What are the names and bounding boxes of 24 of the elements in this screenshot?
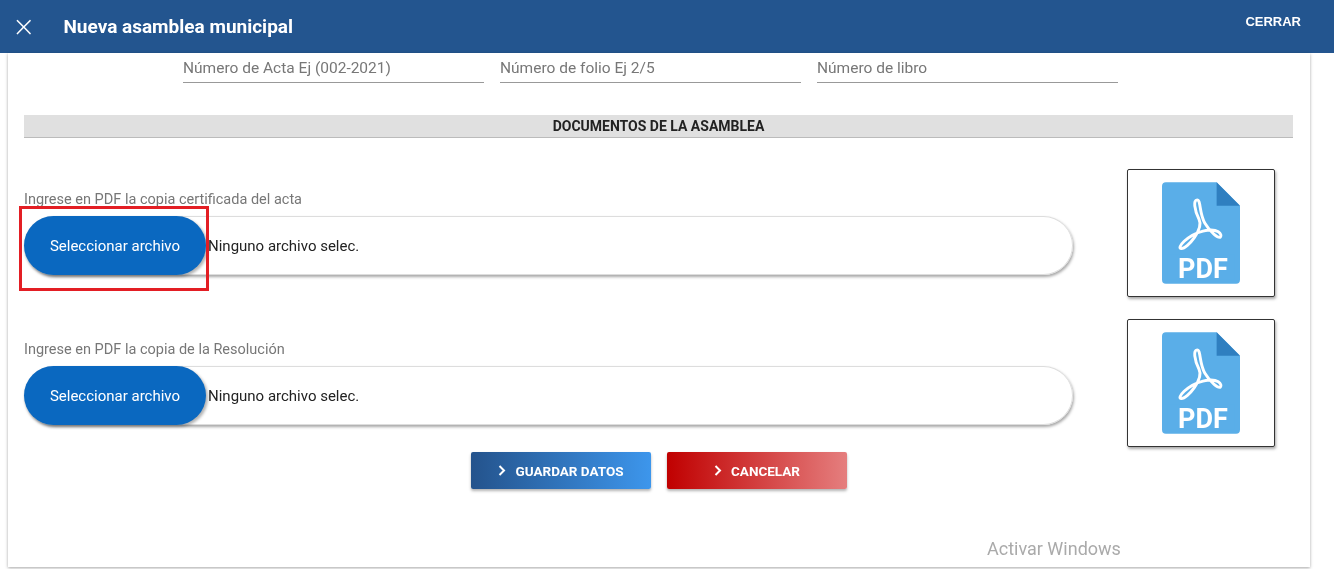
file-name: Ninguno archivo selec. xyxy=(208,236,360,255)
pdf-label: PDF xyxy=(1177,406,1229,432)
dialog-title: Nueva asamblea municipal xyxy=(63,15,295,38)
activation-notice: Activar Windows xyxy=(987,538,1121,559)
input-field[interactable]: Número de libro xyxy=(817,55,1118,83)
cancel-button[interactable]: CANCELAR xyxy=(667,452,847,489)
file-input[interactable]: Seleccionar archivo Ninguno archivo selec. xyxy=(24,216,1073,275)
chevron-icon xyxy=(498,465,507,476)
pdf-file-icon xyxy=(1162,181,1240,285)
pdf-file-icon xyxy=(1162,331,1240,435)
pdf-label: PDF xyxy=(1177,256,1229,282)
section-header: DOCUMENTOS DE LA ASAMBLEA xyxy=(24,115,1293,138)
close-text-button[interactable]: CERRAR xyxy=(1230,14,1316,29)
select-file-button[interactable]: Seleccionar archivo xyxy=(24,366,206,425)
file-name: Ninguno archivo selec. xyxy=(208,386,360,405)
select-file-button[interactable]: Seleccionar archivo xyxy=(24,216,206,275)
file-input[interactable]: Seleccionar archivo Ninguno archivo selec. xyxy=(24,366,1073,425)
close-button[interactable]: × xyxy=(8,12,40,41)
field-label: Ingrese en PDF la copia certificada del acta xyxy=(24,191,303,208)
field-label: Ingrese en PDF la copia de la Resolución xyxy=(24,341,286,358)
chevron-icon xyxy=(714,465,722,476)
input-field[interactable]: Número de Acta Ej (002-2021) xyxy=(183,55,484,83)
input-field[interactable]: Número de folio Ej 2/5 xyxy=(500,55,801,83)
save-button[interactable]: GUARDAR DATOS xyxy=(471,452,651,489)
